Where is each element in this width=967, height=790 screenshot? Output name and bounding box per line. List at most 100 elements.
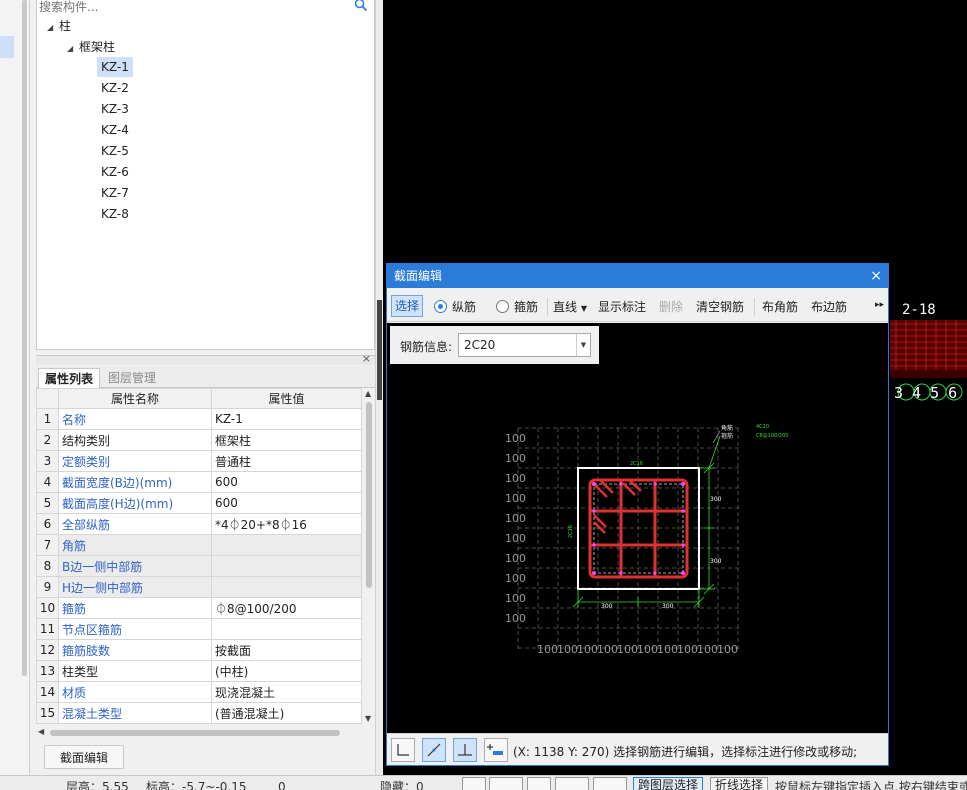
offset-input-icon[interactable] [484, 738, 508, 762]
property-value[interactable]: KZ-1 [211, 408, 361, 430]
table-row[interactable]: 6 全部纵筋 *4⏀20+*8⏀16 [36, 513, 361, 535]
dimension-label[interactable]: 300 [662, 603, 674, 610]
property-value[interactable]: 600 [211, 492, 361, 514]
property-value[interactable]: *4⏀20+*8⏀16 [211, 513, 361, 535]
tree-item-kz-4[interactable]: KZ-4 [97, 120, 133, 140]
table-row[interactable]: 15 混凝土类型 (普通混凝土) [36, 702, 361, 724]
tree-item-kz-7[interactable]: KZ-7 [97, 183, 133, 203]
tree-node-column[interactable]: ◢ 柱 [47, 16, 71, 36]
ortho-toggle-icon[interactable] [462, 777, 486, 790]
search-input[interactable] [37, 0, 374, 14]
collapse-triangle-icon[interactable]: ◢ [47, 18, 59, 38]
table-row[interactable]: 9 H边一侧中部筋 [36, 576, 361, 598]
section-drawing-canvas[interactable]: 钢筋信息: 2C20 ▼ 100 100 100 100 100 100 100 100 100… [387, 323, 888, 733]
properties-vertical-scrollbar[interactable]: ▲ ▼ [361, 388, 375, 724]
property-value[interactable] [211, 534, 361, 556]
ortho-mode-icon[interactable] [391, 738, 415, 762]
scroll-left-icon[interactable]: ◀ [38, 727, 44, 736]
dimension-label[interactable]: 300 [710, 558, 722, 565]
property-value[interactable] [211, 576, 361, 598]
select-button[interactable]: 选择 [391, 295, 424, 317]
table-row[interactable]: 11 节点区箍筋 [36, 618, 361, 640]
dialog-title-bar[interactable]: 截面编辑 × [387, 264, 888, 288]
collapse-triangle-icon[interactable]: ◢ [67, 39, 79, 59]
section-edit-button[interactable]: 截面编辑 [44, 745, 124, 769]
rebar-spec-label[interactable]: C8@100/200 [756, 433, 788, 439]
radio-stirrup[interactable]: 箍筋 [496, 297, 538, 317]
scroll-up-icon[interactable]: ▲ [365, 389, 371, 398]
left-nav-selected-item[interactable] [0, 36, 14, 58]
property-value[interactable]: 现浇混凝土 [211, 681, 361, 703]
snap-line-icon[interactable] [422, 738, 446, 762]
add-toggle-icon[interactable] [593, 777, 627, 790]
delete-button[interactable]: 删除 [659, 297, 683, 317]
table-row[interactable]: 5 截面高度(H边)(mm) 600 [36, 492, 361, 514]
panel-divider[interactable] [375, 0, 383, 775]
tree-item-kz-3[interactable]: KZ-3 [97, 99, 133, 119]
tree-node-frame-column[interactable]: ◢ 框架柱 [67, 37, 115, 57]
property-name: 截面高度(H边)(mm) [58, 492, 212, 514]
dimension-label[interactable]: 300 [710, 496, 722, 503]
dimension-label[interactable]: 300 [601, 603, 613, 610]
dimension-toggle-icon[interactable] [555, 777, 589, 790]
tree-item-kz-5[interactable]: KZ-5 [97, 141, 133, 161]
close-icon[interactable]: × [362, 352, 371, 365]
close-icon[interactable]: × [870, 264, 882, 288]
table-row[interactable]: 7 角筋 [36, 534, 361, 556]
divider-handle[interactable] [377, 300, 382, 400]
snap-toggle-icon[interactable] [489, 777, 523, 790]
table-row[interactable]: 4 截面宽度(B边)(mm) 600 [36, 471, 361, 493]
edge-rebar-label[interactable]: 2C16 [568, 525, 574, 538]
table-row[interactable]: 12 箍筋肢数 按截面 [36, 639, 361, 661]
toolbar-overflow-icon[interactable]: ▸▸ [875, 295, 884, 315]
property-value[interactable]: (中柱) [211, 660, 361, 682]
callout-label[interactable]: 角筋 [721, 424, 733, 432]
table-row[interactable]: 14 材质 现浇混凝土 [36, 681, 361, 703]
scroll-down-icon[interactable]: ▼ [365, 714, 371, 723]
property-value[interactable]: 按截面 [211, 639, 361, 661]
row-number: 12 [36, 639, 59, 661]
line-dropdown[interactable]: 直线 ▼ [553, 297, 587, 317]
tab-property-list[interactable]: 属性列表 [38, 368, 101, 388]
rebar-spec-label[interactable]: 4C20 [756, 424, 769, 430]
table-row[interactable]: 2 结构类别 框架柱 [36, 429, 361, 451]
scroll-thumb[interactable] [50, 730, 340, 736]
chevron-down-icon[interactable]: ▼ [581, 304, 587, 313]
property-value[interactable] [211, 555, 361, 577]
table-row[interactable]: 13 柱类型 (中柱) [36, 660, 361, 682]
table-row[interactable]: 1 名称 KZ-1 [36, 408, 361, 430]
row-number: 8 [36, 555, 59, 577]
cross-layer-select-button[interactable]: 跨图层选择 [633, 777, 704, 790]
radio-checked-icon[interactable] [434, 300, 447, 313]
panel-splitter[interactable]: × [36, 352, 375, 365]
radio-longitudinal[interactable]: 纵筋 [434, 297, 476, 317]
property-value[interactable]: 普通柱 [211, 450, 361, 472]
property-value[interactable]: (普通混凝土) [211, 702, 361, 724]
table-row[interactable]: 3 定额类别 普通柱 [36, 450, 361, 472]
left-strip-scrollbar[interactable] [22, 0, 27, 676]
corner-rebar-button[interactable]: 布角筋 [762, 297, 798, 317]
edge-rebar-button[interactable]: 布边筋 [811, 297, 847, 317]
table-row[interactable]: 8 B边一侧中部筋 [36, 555, 361, 577]
property-value[interactable]: 框架柱 [211, 429, 361, 451]
property-value[interactable]: 600 [211, 471, 361, 493]
property-value[interactable] [211, 618, 361, 640]
property-value[interactable]: ⏀8@100/200 [211, 597, 361, 619]
tree-item-kz-1[interactable]: KZ-1 [97, 57, 133, 77]
tab-layer-management[interactable]: 图层管理 [102, 368, 162, 388]
polyline-select-button[interactable]: 折线选择 [710, 777, 769, 790]
tree-item-kz-2[interactable]: KZ-2 [97, 78, 133, 98]
clear-rebar-button[interactable]: 清空钢筋 [696, 297, 744, 317]
snap-perpendicular-icon[interactable] [453, 738, 477, 762]
table-row[interactable]: 10 箍筋 ⏀8@100/200 [36, 597, 361, 619]
show-label-button[interactable]: 显示标注 [598, 297, 646, 317]
properties-horizontal-scrollbar[interactable]: ◀ ▶ [36, 726, 391, 740]
search-icon[interactable] [354, 0, 368, 12]
callout-label[interactable]: 箍筋 [721, 432, 733, 440]
radio-unchecked-icon[interactable] [496, 300, 509, 313]
scroll-thumb[interactable] [366, 402, 372, 588]
edge-rebar-label[interactable]: 2C16 [630, 461, 643, 467]
cross-toggle-icon[interactable] [527, 777, 551, 790]
tree-item-kz-8[interactable]: KZ-8 [97, 204, 133, 224]
tree-item-kz-6[interactable]: KZ-6 [97, 162, 133, 182]
